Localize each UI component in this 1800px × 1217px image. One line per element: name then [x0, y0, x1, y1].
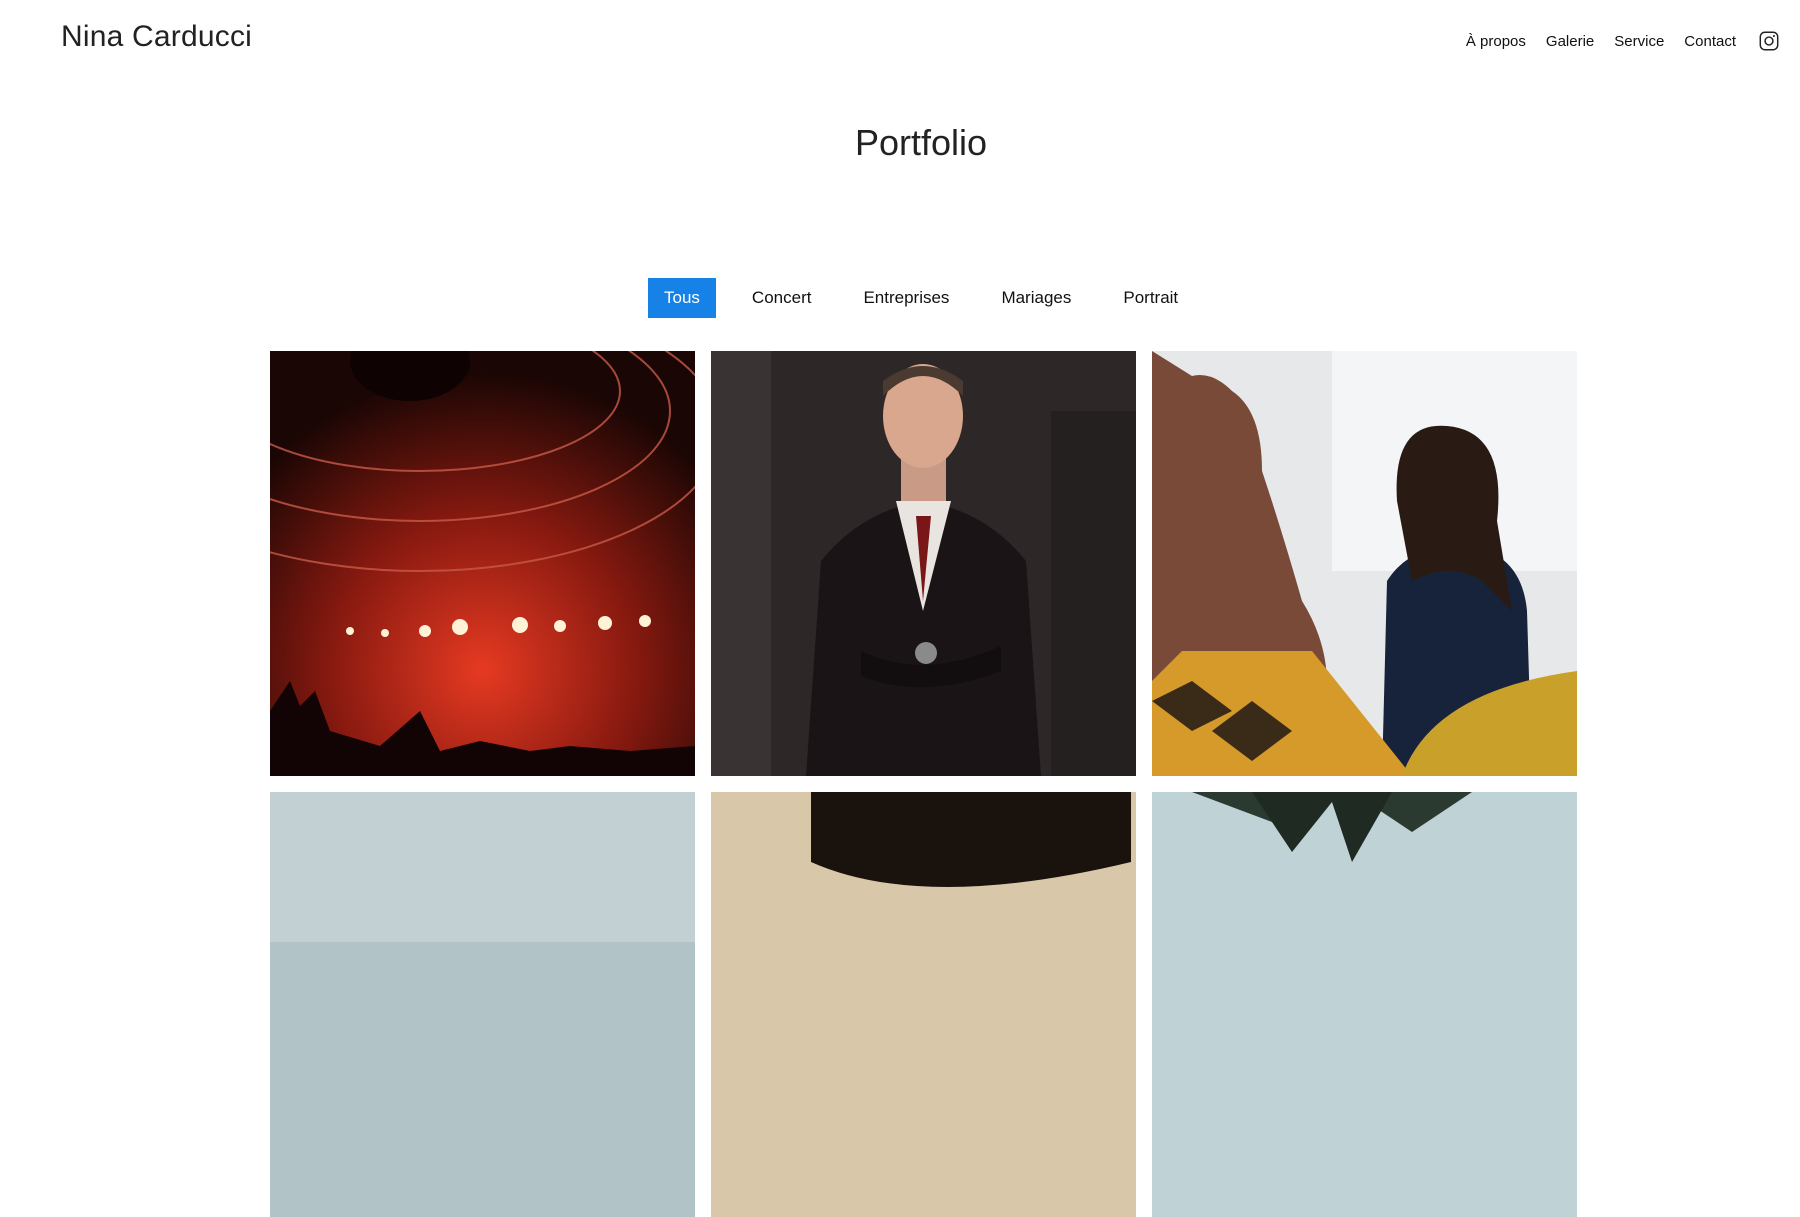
filter-mariages[interactable]: Mariages	[985, 278, 1087, 318]
filter-portrait[interactable]: Portrait	[1107, 278, 1194, 318]
site-header: Nina Carducci À propos Galerie Service C…	[0, 0, 1800, 90]
gallery-image-sky[interactable]	[270, 792, 695, 1217]
instagram-icon[interactable]	[1758, 30, 1780, 52]
gallery-filters: Tous Concert Entreprises Mariages Portra…	[648, 278, 1214, 318]
filter-concert[interactable]: Concert	[736, 278, 828, 318]
nav-link-service[interactable]: Service	[1614, 33, 1664, 50]
gallery-image-office-woman[interactable]	[1152, 351, 1577, 776]
gallery-image-palm-trees[interactable]	[1152, 792, 1577, 1217]
gallery-grid	[270, 351, 1577, 1217]
gallery-image-curly-portrait[interactable]	[711, 792, 1136, 1217]
nav-link-about[interactable]: À propos	[1466, 33, 1526, 50]
filter-entreprises[interactable]: Entreprises	[847, 278, 965, 318]
main-nav: À propos Galerie Service Contact	[1466, 30, 1780, 52]
site-brand[interactable]: Nina Carducci	[61, 20, 252, 54]
nav-link-contact[interactable]: Contact	[1684, 33, 1736, 50]
gallery-image-concert[interactable]	[270, 351, 695, 776]
nav-link-gallery[interactable]: Galerie	[1546, 33, 1594, 50]
gallery-image-businessman[interactable]	[711, 351, 1136, 776]
filter-tous[interactable]: Tous	[648, 278, 716, 318]
page-title: Portfolio	[854, 122, 988, 163]
